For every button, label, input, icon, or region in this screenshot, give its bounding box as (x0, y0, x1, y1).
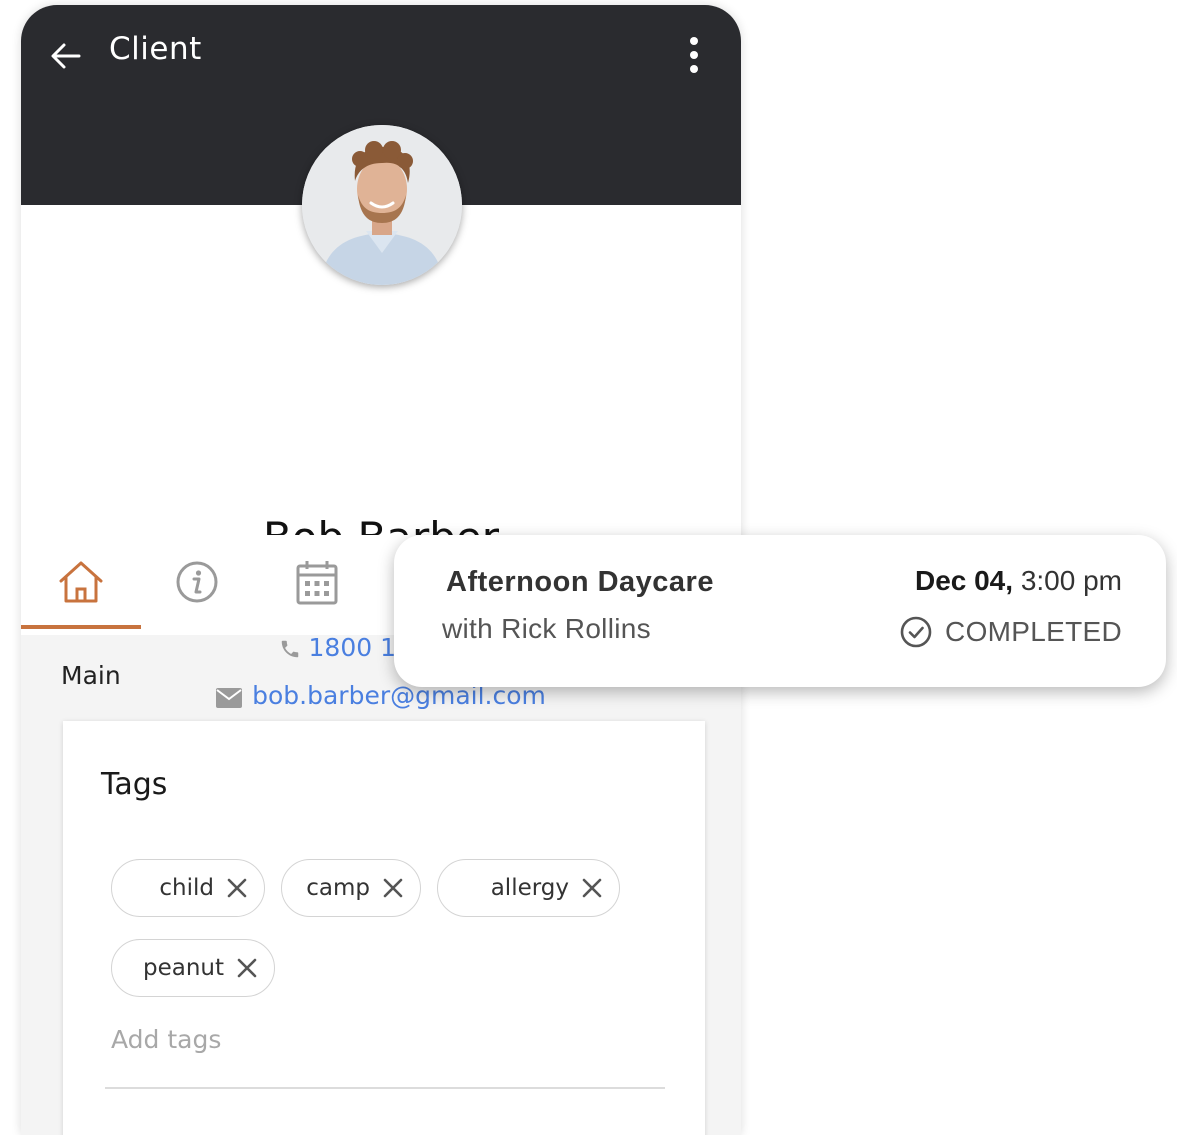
appointment-status: COMPLETED (899, 615, 1122, 649)
section-title-main: Main (61, 661, 121, 690)
tags-card-title: Tags (101, 767, 168, 802)
close-icon[interactable] (581, 877, 603, 899)
mail-icon (216, 688, 243, 708)
tag-label: camp (306, 875, 370, 901)
tag-label: peanut (142, 955, 224, 981)
close-icon[interactable] (226, 877, 248, 899)
more-vertical-icon[interactable] (683, 35, 705, 75)
tag-label: child (159, 875, 214, 901)
tag-chip: allergy (437, 859, 620, 917)
appointment-title: Afternoon Daycare (446, 566, 714, 598)
avatar-image (302, 125, 462, 285)
close-icon[interactable] (236, 957, 258, 979)
tab-active-indicator (21, 625, 141, 629)
appointment-status-label: COMPLETED (945, 616, 1122, 647)
appointment-datetime: Dec 04, 3:00 pm (915, 565, 1122, 597)
tab-calendar[interactable] (257, 535, 377, 629)
tag-chip: peanut (111, 939, 275, 997)
tab-info[interactable] (137, 535, 257, 629)
input-underline (105, 1087, 665, 1089)
tag-chip: child (111, 859, 265, 917)
avatar (302, 125, 462, 285)
tag-chip: camp (281, 859, 421, 917)
add-tags-input[interactable]: Add tags (111, 1025, 221, 1054)
appointment-staff: with Rick Rollins (442, 613, 651, 644)
tag-label: allergy (490, 875, 569, 901)
home-icon (59, 561, 103, 603)
check-circle-icon (900, 616, 932, 648)
appointment-time: 3:00 pm (1020, 565, 1122, 596)
back-arrow-icon[interactable] (49, 39, 83, 73)
app-bar-title: Client (109, 31, 202, 67)
tags-card: Tags child camp allergy peanut Add tags (63, 721, 705, 1135)
appointment-popup[interactable]: Afternoon Daycare with Rick Rollins Dec … (394, 535, 1166, 687)
tab-home[interactable] (21, 535, 141, 629)
info-icon (176, 561, 218, 603)
phone-icon (281, 640, 298, 658)
close-icon[interactable] (382, 877, 404, 899)
calendar-icon (296, 561, 338, 605)
appointment-date: Dec 04, (914, 565, 1014, 596)
